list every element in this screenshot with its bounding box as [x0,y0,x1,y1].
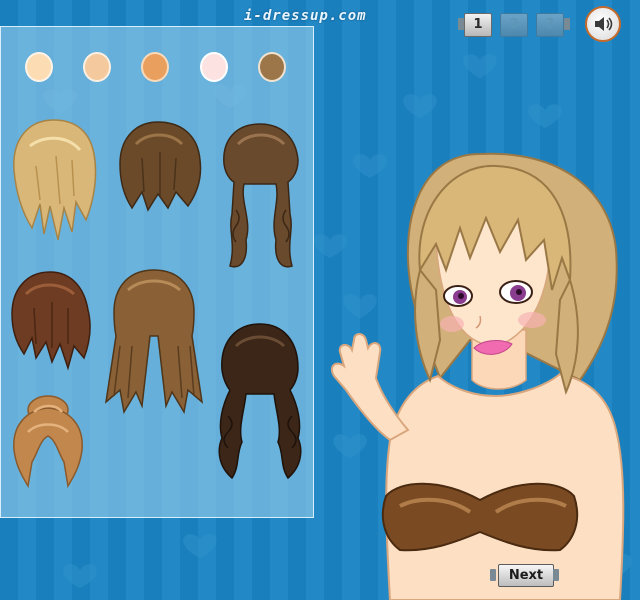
page-2-button[interactable]: 2 [500,13,528,37]
skin-tone-1[interactable] [25,52,53,82]
skin-tone-3[interactable] [141,52,169,82]
hairstyle-auburn-short[interactable] [6,268,94,376]
skin-tone-5[interactable] [258,52,286,82]
doll-character [330,152,625,600]
site-logo: i-dressup.com [244,8,367,24]
page-1-button[interactable]: 1 [464,13,492,37]
sound-toggle-button[interactable] [585,6,621,42]
next-pin-right [553,569,559,581]
pager-pin-right [564,18,570,30]
hairstyle-brown-long-straight[interactable] [98,266,210,414]
page-selector: 1 2 3 [458,13,570,37]
page-3-button[interactable]: 3 [536,13,564,37]
skin-tone-2[interactable] [83,52,111,82]
hairstyle-brown-bob[interactable] [112,118,208,214]
next-button[interactable]: Next [490,563,560,587]
next-button-label: Next [498,564,554,587]
game-stage: i-dressup.com 1 2 3 Next [0,0,640,600]
hairstyle-blonde-choppy[interactable] [6,116,102,246]
hairstyle-updo-bun[interactable] [4,392,90,492]
speaker-icon [595,17,613,31]
next-pin-left [490,569,496,581]
skin-tone-4[interactable] [200,52,228,82]
